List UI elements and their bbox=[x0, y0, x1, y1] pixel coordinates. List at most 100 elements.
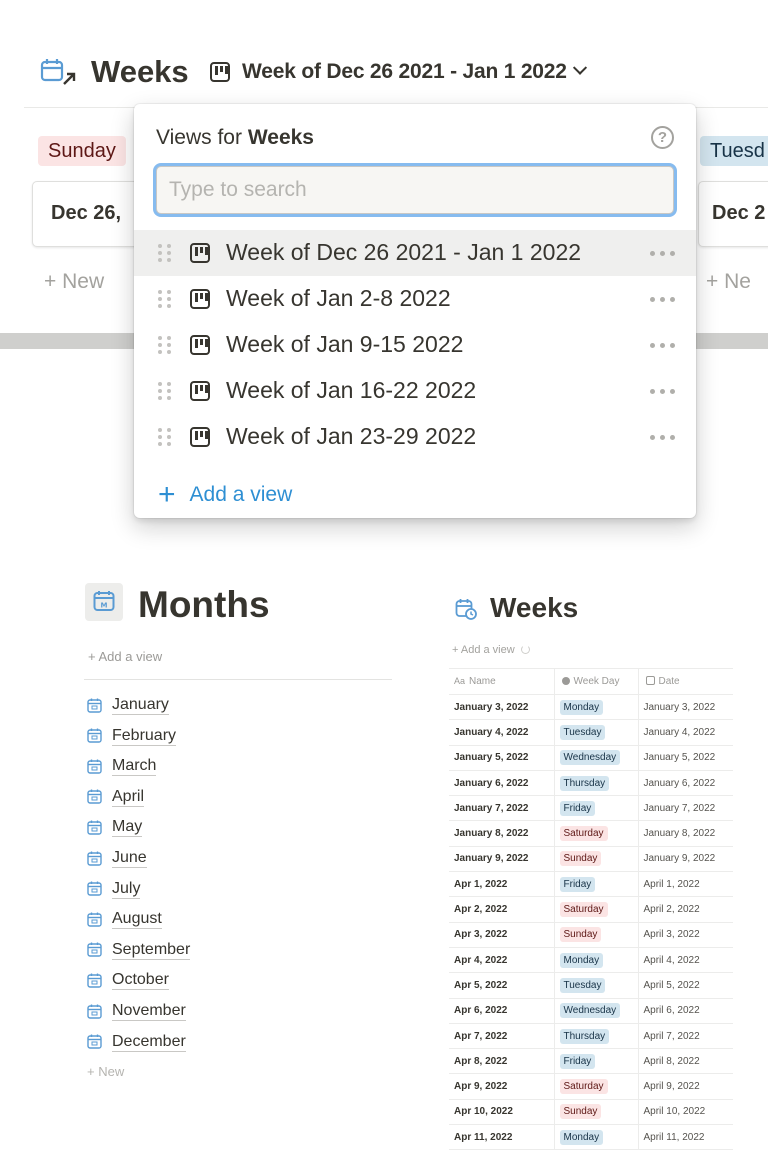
more-options-icon[interactable] bbox=[650, 343, 676, 348]
view-item[interactable]: Week of Jan 2-8 2022 bbox=[134, 276, 696, 322]
month-list-item[interactable]: April bbox=[87, 785, 145, 809]
table-row[interactable]: January 8, 2022 Saturday January 8, 2022 bbox=[449, 820, 733, 847]
add-view-button[interactable]: + Add a view bbox=[88, 649, 162, 664]
table-row[interactable]: Apr 5, 2022 Tuesday April 5, 2022 bbox=[449, 972, 733, 999]
add-view-button[interactable]: + Add a view bbox=[158, 480, 292, 510]
week-day-cell[interactable]: Monday bbox=[553, 947, 638, 974]
date-cell[interactable]: April 10, 2022 bbox=[637, 1099, 733, 1126]
table-row[interactable]: Apr 7, 2022 Thursday April 7, 2022 bbox=[449, 1023, 733, 1050]
new-page-button[interactable]: + New bbox=[87, 1064, 124, 1079]
row-name-cell[interactable]: Apr 9, 2022 bbox=[449, 1073, 554, 1100]
week-day-cell[interactable]: Sunday bbox=[553, 1099, 638, 1126]
column-header-name[interactable]: Aa Name bbox=[449, 668, 554, 695]
add-view-button[interactable]: + Add a view bbox=[452, 644, 530, 656]
months-title[interactable]: Months bbox=[138, 584, 270, 626]
new-card-button[interactable]: + New bbox=[44, 270, 104, 294]
date-cell[interactable]: April 11, 2022 bbox=[637, 1124, 733, 1151]
help-icon[interactable]: ? bbox=[651, 126, 674, 149]
drag-handle-icon[interactable] bbox=[158, 244, 172, 263]
view-switcher[interactable]: Week of Dec 26 2021 - Jan 1 2022 bbox=[210, 58, 587, 86]
week-day-cell[interactable]: Friday bbox=[553, 795, 638, 822]
date-cell[interactable]: April 4, 2022 bbox=[637, 947, 733, 974]
database-title[interactable]: Weeks bbox=[91, 54, 189, 90]
week-day-cell[interactable]: Sunday bbox=[553, 846, 638, 873]
month-list-item[interactable]: December bbox=[87, 1030, 186, 1054]
table-row[interactable]: January 3, 2022 Monday January 3, 2022 bbox=[449, 694, 733, 721]
week-day-cell[interactable]: Monday bbox=[553, 694, 638, 721]
week-day-cell[interactable]: Wednesday bbox=[553, 745, 638, 771]
table-row[interactable]: Apr 11, 2022 Monday April 11, 2022 bbox=[449, 1124, 733, 1151]
month-list-item[interactable]: September bbox=[87, 938, 191, 962]
table-row[interactable]: Apr 6, 2022 Wednesday April 6, 2022 bbox=[449, 998, 733, 1024]
row-name-cell[interactable]: Apr 3, 2022 bbox=[449, 922, 554, 948]
row-name-cell[interactable]: Apr 10, 2022 bbox=[449, 1099, 554, 1126]
row-name-cell[interactable]: Apr 7, 2022 bbox=[449, 1023, 554, 1050]
table-row[interactable]: Apr 8, 2022 Friday April 8, 2022 bbox=[449, 1048, 733, 1075]
weeks-table-title[interactable]: Weeks bbox=[490, 592, 578, 624]
week-day-cell[interactable]: Tuesday bbox=[553, 719, 638, 746]
row-name-cell[interactable]: January 4, 2022 bbox=[449, 719, 554, 746]
row-name-cell[interactable]: Apr 6, 2022 bbox=[449, 998, 554, 1024]
view-item[interactable]: Week of Dec 26 2021 - Jan 1 2022 bbox=[134, 230, 696, 276]
table-row[interactable]: Apr 10, 2022 Sunday April 10, 2022 bbox=[449, 1099, 733, 1126]
month-list-item[interactable]: August bbox=[87, 907, 162, 931]
row-name-cell[interactable]: January 3, 2022 bbox=[449, 694, 554, 721]
table-row[interactable]: Apr 2, 2022 Saturday April 2, 2022 bbox=[449, 896, 733, 923]
more-options-icon[interactable] bbox=[650, 251, 676, 256]
month-list-item[interactable]: June bbox=[87, 846, 147, 870]
date-cell[interactable]: January 4, 2022 bbox=[637, 719, 733, 746]
date-cell[interactable]: January 5, 2022 bbox=[637, 745, 733, 771]
drag-handle-icon[interactable] bbox=[158, 382, 172, 401]
week-day-cell[interactable]: Tuesday bbox=[553, 972, 638, 999]
view-item[interactable]: Week of Jan 9-15 2022 bbox=[134, 322, 696, 368]
week-day-cell[interactable]: Thursday bbox=[553, 770, 638, 797]
view-search-input[interactable] bbox=[156, 166, 674, 214]
date-cell[interactable]: January 3, 2022 bbox=[637, 694, 733, 721]
new-card-button[interactable]: + Ne bbox=[706, 270, 751, 294]
week-day-cell[interactable]: Saturday bbox=[553, 896, 638, 923]
table-row[interactable]: January 7, 2022 Friday January 7, 2022 bbox=[449, 795, 733, 822]
row-name-cell[interactable]: January 6, 2022 bbox=[449, 770, 554, 797]
date-cell[interactable]: January 6, 2022 bbox=[637, 770, 733, 797]
row-name-cell[interactable]: Apr 2, 2022 bbox=[449, 896, 554, 923]
column-header-date[interactable]: Date bbox=[637, 668, 733, 695]
row-name-cell[interactable]: January 9, 2022 bbox=[449, 846, 554, 873]
view-item[interactable]: Week of Jan 23-29 2022 bbox=[134, 414, 696, 460]
month-list-item[interactable]: January bbox=[87, 693, 169, 717]
more-options-icon[interactable] bbox=[650, 389, 676, 394]
date-cell[interactable]: January 9, 2022 bbox=[637, 846, 733, 873]
table-row[interactable]: Apr 4, 2022 Monday April 4, 2022 bbox=[449, 947, 733, 974]
month-list-item[interactable]: March bbox=[87, 754, 157, 778]
week-day-cell[interactable]: Monday bbox=[553, 1124, 638, 1151]
date-cell[interactable]: April 7, 2022 bbox=[637, 1023, 733, 1050]
week-day-cell[interactable]: Saturday bbox=[553, 1073, 638, 1100]
table-row[interactable]: Apr 9, 2022 Saturday April 9, 2022 bbox=[449, 1073, 733, 1100]
row-name-cell[interactable]: Apr 1, 2022 bbox=[449, 871, 554, 898]
date-cell[interactable]: January 8, 2022 bbox=[637, 820, 733, 847]
table-row[interactable]: January 4, 2022 Tuesday January 4, 2022 bbox=[449, 719, 733, 746]
table-row[interactable]: Apr 1, 2022 Friday April 1, 2022 bbox=[449, 871, 733, 898]
week-day-cell[interactable]: Friday bbox=[553, 871, 638, 898]
date-cell[interactable]: April 6, 2022 bbox=[637, 998, 733, 1024]
row-name-cell[interactable]: Apr 4, 2022 bbox=[449, 947, 554, 974]
month-list-item[interactable]: February bbox=[87, 724, 177, 748]
view-item[interactable]: Week of Jan 16-22 2022 bbox=[134, 368, 696, 414]
more-options-icon[interactable] bbox=[650, 297, 676, 302]
row-name-cell[interactable]: Apr 5, 2022 bbox=[449, 972, 554, 999]
column-header-week-day[interactable]: Week Day bbox=[553, 668, 638, 695]
week-day-cell[interactable]: Sunday bbox=[553, 922, 638, 948]
table-row[interactable]: January 6, 2022 Thursday January 6, 2022 bbox=[449, 770, 733, 797]
month-list-item[interactable]: May bbox=[87, 815, 143, 839]
date-cell[interactable]: April 5, 2022 bbox=[637, 972, 733, 999]
date-cell[interactable]: April 8, 2022 bbox=[637, 1048, 733, 1075]
board-card[interactable]: Dec 2 bbox=[698, 181, 768, 247]
week-day-cell[interactable]: Saturday bbox=[553, 820, 638, 847]
more-options-icon[interactable] bbox=[650, 435, 676, 440]
month-list-item[interactable]: July bbox=[87, 877, 141, 901]
drag-handle-icon[interactable] bbox=[158, 290, 172, 309]
drag-handle-icon[interactable] bbox=[158, 428, 172, 447]
drag-handle-icon[interactable] bbox=[158, 336, 172, 355]
week-day-cell[interactable]: Friday bbox=[553, 1048, 638, 1075]
row-name-cell[interactable]: January 7, 2022 bbox=[449, 795, 554, 822]
table-row[interactable]: January 5, 2022 Wednesday January 5, 2022 bbox=[449, 745, 733, 771]
